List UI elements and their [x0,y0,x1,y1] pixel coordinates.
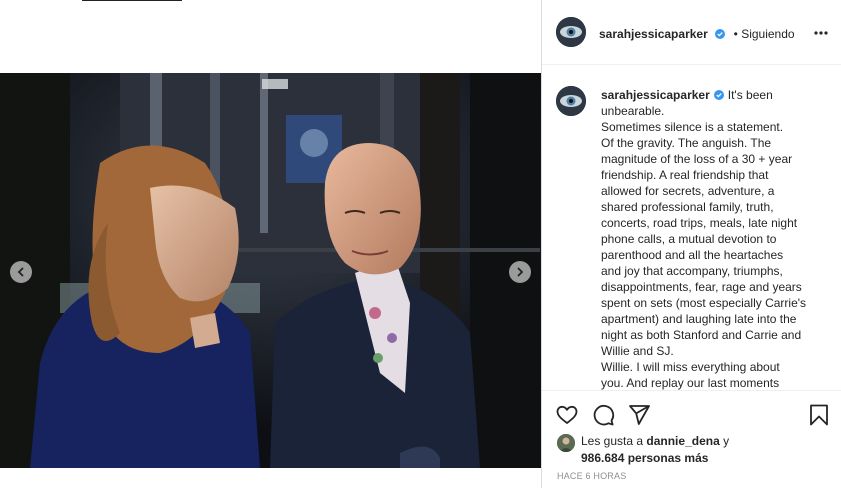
instagram-post-view: sarahjessicaparker • Siguiendo sarahjess… [0,0,841,488]
post-photo[interactable] [0,73,541,468]
caption-line: concerts, road trips, meals, late night [601,216,798,230]
caption-line: you. And replay our last moments [601,376,780,390]
caption-line-text: It's been [727,88,773,102]
avatar-image [556,17,586,47]
caption-line: spent on sets (most especially Carrie's [601,296,807,310]
caption-line: disappointments, fear, rage and years [601,280,802,294]
caption-line: magnitude of the loss of a 30 + year [601,152,793,166]
caption-username[interactable]: sarahjessicaparker [601,88,710,102]
more-options-icon[interactable] [813,25,829,41]
bookmark-icon[interactable] [807,403,831,427]
header-username[interactable]: sarahjessicaparker [599,27,708,41]
caption-line: apartment) and laughing late into the [601,312,797,326]
post-actions: Les gusta a dannie_dena y 986.684 person… [542,390,841,489]
media-panel [0,0,541,488]
caption-line: phone calls, a mutual devotion to [601,232,777,246]
caption-line: unbearable. [601,104,665,118]
caption-line: friendship. A real friendship that [601,168,769,182]
caption-avatar[interactable] [556,86,586,116]
heart-icon[interactable] [555,403,579,427]
next-photo-button[interactable] [509,261,531,283]
post-header: sarahjessicaparker • Siguiendo [542,0,841,65]
likes-count[interactable]: 986.684 personas más [581,451,708,465]
caption-line: shared professional family, truth, [601,200,774,214]
follow-status[interactable]: • Siguiendo [734,27,795,41]
likes-prefix: Les gusta a [581,434,647,448]
post-timestamp[interactable]: HACE 6 HORAS [557,471,626,481]
liker-avatar[interactable] [557,434,575,452]
chevron-left-icon [17,267,24,277]
header-user-row: sarahjessicaparker • Siguiendo [599,25,795,43]
liker-avatar-image [557,434,575,452]
caption-line: sarahjessicaparker It's been [601,87,821,103]
comment-icon[interactable] [591,403,615,427]
paper-plane-icon[interactable] [627,403,651,427]
caption-line: Willie and SJ. [601,344,674,358]
verified-badge-icon [715,29,726,39]
previous-photo-button[interactable] [10,261,32,283]
avatar-image [556,86,586,116]
caption-text: sarahjessicaparker It's been unbearable. … [601,87,821,390]
caption-line: and joy that accompany, triumphs, [601,264,783,278]
caption-area: sarahjessicaparker It's been unbearable. … [542,65,841,390]
chevron-right-icon [517,267,524,277]
caption-line: allowed for secrets, adventure, a [601,184,775,198]
caption-line: Of the gravity. The anguish. The [601,136,772,150]
caption-line: Sometimes silence is a statement. [601,120,784,134]
liked-by-username[interactable]: dannie_dena [646,434,719,448]
verified-badge-icon [713,90,724,100]
likes-suffix: y [719,434,730,448]
caption-line: parenthood and all the heartaches [601,248,784,262]
photo-scene [0,73,541,468]
likes-summary: Les gusta a dannie_dena y 986.684 person… [581,433,729,467]
post-details-panel: sarahjessicaparker • Siguiendo sarahjess… [542,0,841,488]
caption-line: night as both Stanford and Carrie and [601,328,802,342]
avatar[interactable] [556,17,586,47]
top-divider [82,0,182,1]
caption-line: Willie. I will miss everything about [601,360,780,374]
